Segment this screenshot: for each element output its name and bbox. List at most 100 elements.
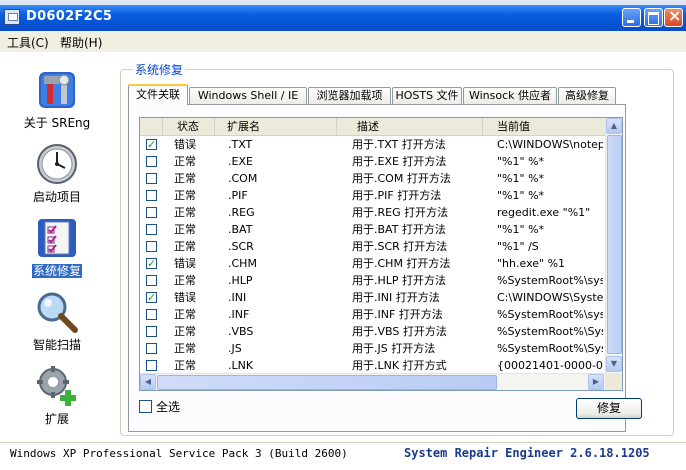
cell-description: 用于.INF 打开方法 xyxy=(352,308,443,321)
tab-file-association[interactable]: 文件关联 xyxy=(128,84,188,105)
sidebar-item-label: 系统修复 xyxy=(31,264,82,278)
column-current-value[interactable]: 当前值 xyxy=(483,118,605,135)
cell-status: 正常 xyxy=(174,240,196,253)
table-row[interactable]: 正常 .VBS 用于.VBS 打开方法 %SystemRoot%\System32\W… xyxy=(140,323,605,340)
row-checkbox[interactable] xyxy=(146,343,157,354)
scroll-right-button[interactable]: ▶ xyxy=(588,374,604,390)
row-checkbox[interactable] xyxy=(146,136,157,153)
select-all-label: 全选 xyxy=(156,400,181,414)
row-checkbox[interactable] xyxy=(146,173,157,184)
row-checkbox[interactable] xyxy=(146,255,157,272)
table-row[interactable]: 错误 .CHM 用于.CHM 打开方法 "hh.exe" %1 xyxy=(140,255,605,272)
cell-current-value: %SystemRoot%\system32\NOTEPAD.EXE xyxy=(497,308,603,321)
row-checkbox[interactable] xyxy=(146,360,157,371)
table-row[interactable]: 正常 .SCR 用于.SCR 打开方法 "%1" /S xyxy=(140,238,605,255)
row-checkbox[interactable] xyxy=(146,275,157,286)
cell-extension: .INF xyxy=(228,308,250,321)
cell-status: 正常 xyxy=(174,274,196,287)
tab-hosts-file[interactable]: HOSTS 文件 xyxy=(392,87,462,104)
table-row[interactable]: 正常 .LNK 用于.LNK 打开方式 {00021401-0000-0000-C00… xyxy=(140,357,605,374)
sidebar-item-label: 智能扫描 xyxy=(32,338,81,352)
cell-extension: .TXT xyxy=(228,138,253,151)
cell-extension: .LNK xyxy=(228,359,254,372)
sidebar-item-label: 扩展 xyxy=(44,412,69,426)
tab-advanced-repair[interactable]: 高级修复 xyxy=(558,87,616,104)
title-bar[interactable]: D0602F2C5 xyxy=(0,5,686,31)
cell-status: 正常 xyxy=(174,359,196,372)
cell-extension: .REG xyxy=(228,206,255,219)
row-checkbox[interactable] xyxy=(146,207,157,218)
select-all-box[interactable] xyxy=(139,400,152,413)
table-row[interactable]: 正常 .BAT 用于.BAT 打开方法 "%1" %* xyxy=(140,221,605,238)
sidebar-item-system-repair[interactable]: 系统修复 xyxy=(0,210,114,284)
cell-extension: .BAT xyxy=(228,223,253,236)
tab-winsock[interactable]: Winsock 供应者 xyxy=(463,87,557,104)
row-checkbox[interactable] xyxy=(146,326,157,337)
vertical-scrollbar[interactable]: ▲ ▼ xyxy=(605,118,622,373)
horizontal-scrollbar[interactable]: ◀ ▶ xyxy=(140,373,605,390)
cell-status: 错误 xyxy=(174,257,196,270)
tab-panel: 状态 扩展名 描述 当前值 错误 .TXT 用于.TXT 打开方法 C:\WINDOW… xyxy=(128,104,642,432)
sidebar-item-about[interactable]: 关于 SREng xyxy=(0,62,114,136)
table-row[interactable]: 正常 .INF 用于.INF 打开方法 %SystemRoot%\system32\N… xyxy=(140,306,605,323)
row-checkbox[interactable] xyxy=(146,309,157,320)
tools-icon xyxy=(39,72,75,108)
cell-extension: .COM xyxy=(228,172,258,185)
vertical-scroll-thumb[interactable] xyxy=(607,135,622,354)
table-row[interactable]: 正常 .EXE 用于.EXE 打开方法 "%1" %* xyxy=(140,153,605,170)
tab-browser-addons[interactable]: 浏览器加载项 xyxy=(308,87,391,104)
table-row[interactable]: 正常 .HLP 用于.HLP 打开方法 %SystemRoot%\system32\w… xyxy=(140,272,605,289)
cell-status: 正常 xyxy=(174,223,196,236)
status-bar: Windows XP Professional Service Pack 3 (… xyxy=(0,442,686,470)
menu-tools[interactable]: 工具(C) xyxy=(7,34,49,51)
cell-current-value: regedit.exe "%1" xyxy=(497,206,591,219)
clock-icon xyxy=(37,144,77,184)
cell-status: 正常 xyxy=(174,155,196,168)
cell-description: 用于.EXE 打开方法 xyxy=(352,155,447,168)
sidebar-item-extensions[interactable]: 扩展 xyxy=(0,358,114,432)
group-title: 系统修复 xyxy=(133,61,186,78)
cell-current-value: %SystemRoot%\System32\WScript.exe xyxy=(497,325,603,338)
scroll-left-button[interactable]: ◀ xyxy=(140,374,156,390)
table-row[interactable]: 正常 .JS 用于.JS 打开方法 %SystemRoot%\System32\WSc… xyxy=(140,340,605,357)
window-title: D0602F2C5 xyxy=(26,9,113,24)
table-row[interactable]: 错误 .INI 用于.INI 打开方法 C:\WINDOWS\System32\NOT… xyxy=(140,289,605,306)
tab-windows-shell-ie[interactable]: Windows Shell / IE xyxy=(189,87,307,104)
horizontal-scroll-thumb[interactable] xyxy=(157,375,497,390)
cell-current-value: "%1" /S xyxy=(497,240,539,253)
table-row[interactable]: 正常 .PIF 用于.PIF 打开方法 "%1" %* xyxy=(140,187,605,204)
row-checkbox[interactable] xyxy=(146,224,157,235)
repair-button[interactable]: 修复 xyxy=(576,398,642,419)
row-checkbox[interactable] xyxy=(146,156,157,167)
sidebar-item-smart-scan[interactable]: 智能扫描 xyxy=(0,284,114,358)
cell-extension: .CHM xyxy=(228,257,257,270)
cell-description: 用于.LNK 打开方式 xyxy=(352,359,447,372)
table-row[interactable]: 正常 .COM 用于.COM 打开方法 "%1" %* xyxy=(140,170,605,187)
checklist-icon xyxy=(38,219,76,257)
puzzle-plus-icon xyxy=(37,366,76,406)
column-status[interactable]: 状态 xyxy=(163,118,215,135)
cell-current-value: {00021401-0000-0000-C000-000000000046} xyxy=(497,359,603,372)
scroll-up-button[interactable]: ▲ xyxy=(606,118,622,134)
column-checkbox xyxy=(140,118,163,135)
scroll-down-button[interactable]: ▼ xyxy=(606,356,622,372)
maximize-button[interactable] xyxy=(644,8,663,27)
close-button[interactable] xyxy=(664,6,683,27)
table-row[interactable]: 错误 .TXT 用于.TXT 打开方法 C:\WINDOWS\notepad.exe xyxy=(140,136,605,153)
row-checkbox[interactable] xyxy=(146,289,157,306)
cell-description: 用于.TXT 打开方法 xyxy=(352,138,446,151)
magnifier-icon xyxy=(37,292,78,333)
row-checkbox[interactable] xyxy=(146,190,157,201)
sidebar-item-startup[interactable]: 启动项目 xyxy=(0,136,114,210)
menu-help[interactable]: 帮助(H) xyxy=(60,34,102,51)
os-version-text: Windows XP Professional Service Pack 3 (… xyxy=(10,447,348,460)
row-checkbox[interactable] xyxy=(146,241,157,252)
column-description[interactable]: 描述 xyxy=(337,118,483,135)
cell-extension: .EXE xyxy=(228,155,253,168)
minimize-button[interactable] xyxy=(622,8,641,27)
sidebar: 关于 SREng 启动项目 系统修复 智能扫描 扩展 xyxy=(0,52,114,442)
cell-status: 正常 xyxy=(174,206,196,219)
table-row[interactable]: 正常 .REG 用于.REG 打开方法 regedit.exe "%1" xyxy=(140,204,605,221)
file-association-list[interactable]: 状态 扩展名 描述 当前值 错误 .TXT 用于.TXT 打开方法 C:\WINDOW… xyxy=(139,117,623,391)
column-extension[interactable]: 扩展名 xyxy=(215,118,337,135)
